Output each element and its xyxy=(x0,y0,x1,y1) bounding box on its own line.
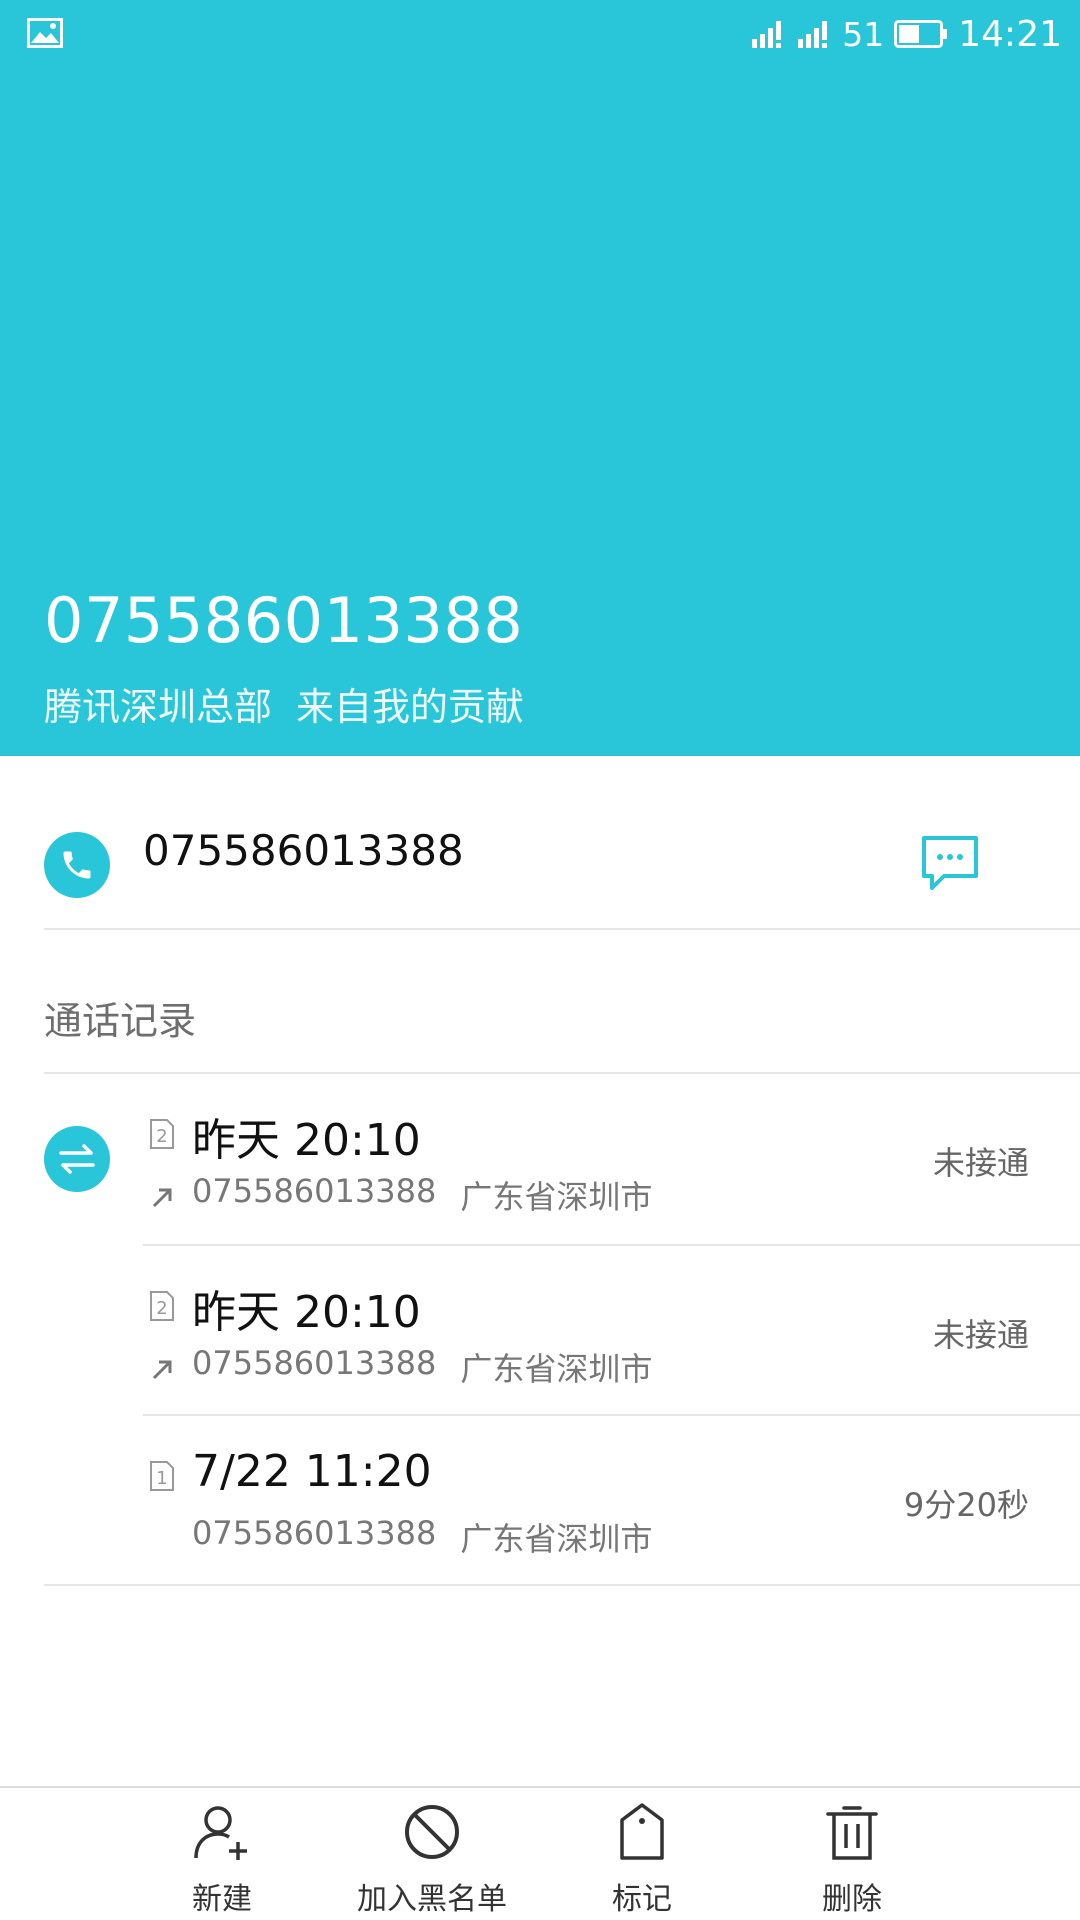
call-time: 昨天 20:10 xyxy=(192,1115,421,1166)
blacklist-button[interactable]: 加入黑名单 xyxy=(342,1802,522,1918)
signal-icon xyxy=(798,21,828,48)
image-icon xyxy=(27,18,63,48)
outgoing-arrow-icon xyxy=(152,1360,172,1380)
battery-icon xyxy=(894,20,948,48)
call-log-item[interactable]: 2 昨天 20:10 075586013388 广东省深圳市 未接通 xyxy=(0,1246,1080,1416)
call-number: 075586013388 xyxy=(192,1172,437,1210)
new-contact-button[interactable]: 新建 xyxy=(132,1802,312,1918)
divider xyxy=(44,928,1080,930)
phone-number[interactable]: 075586013388 xyxy=(143,826,464,875)
call-log-item[interactable]: 2 昨天 20:10 075586013388 广东省深圳市 未接通 xyxy=(0,1074,1080,1244)
trash-icon xyxy=(826,1806,878,1860)
call-log-title: 通话记录 xyxy=(44,999,197,1043)
tag-button[interactable]: 标记 xyxy=(552,1802,732,1918)
outgoing-arrow-icon xyxy=(152,1188,172,1208)
call-time: 7/22 11:20 xyxy=(192,1446,432,1497)
header-subtitle: 腾讯深圳总部 来自我的贡献 xyxy=(44,676,524,731)
status-bar: 51 14:21 xyxy=(0,0,1080,68)
tag-label: 标记 xyxy=(612,1882,672,1917)
company-name: 腾讯深圳总部 xyxy=(44,685,273,729)
call-location: 广东省深圳市 xyxy=(460,1178,653,1216)
call-location: 广东省深圳市 xyxy=(460,1520,653,1558)
new-contact-label: 新建 xyxy=(192,1882,252,1917)
delete-button[interactable]: 删除 xyxy=(762,1802,942,1918)
signal-icon xyxy=(752,21,782,48)
block-icon xyxy=(405,1805,459,1859)
source-label: 来自我的贡献 xyxy=(296,685,525,729)
sim2-icon: 2 xyxy=(150,1119,174,1149)
call-status: 未接通 xyxy=(932,1144,1029,1182)
contact-header: 51 14:21 075586013388 腾讯深圳总部 来自我的贡献 xyxy=(0,0,1080,756)
sim2-icon: 2 xyxy=(150,1291,174,1321)
svg-text:2: 2 xyxy=(156,1298,167,1319)
phone-row[interactable]: 075586013388 xyxy=(0,756,1080,930)
call-location: 广东省深圳市 xyxy=(460,1350,653,1388)
clock: 14:21 xyxy=(958,13,1062,55)
call-detail: 075586013388 广东省深圳市 xyxy=(192,1344,652,1390)
call-button[interactable] xyxy=(44,832,110,898)
tag-icon xyxy=(620,1803,664,1860)
delete-label: 删除 xyxy=(822,1882,882,1917)
call-number: 075586013388 xyxy=(192,1514,437,1552)
call-status: 未接通 xyxy=(932,1316,1029,1354)
call-number: 075586013388 xyxy=(192,1344,437,1382)
network-indicator: 51 xyxy=(842,14,885,54)
call-time: 昨天 20:10 xyxy=(192,1287,421,1338)
phone-icon xyxy=(63,851,91,879)
svg-text:1: 1 xyxy=(156,1468,167,1489)
call-detail: 075586013388 广东省深圳市 xyxy=(192,1514,652,1560)
divider xyxy=(44,1584,1080,1586)
svg-text:2: 2 xyxy=(156,1126,167,1147)
call-log-item[interactable]: 1 7/22 11:20 075586013388 广东省深圳市 9分20秒 xyxy=(0,1416,1080,1586)
call-duration: 9分20秒 xyxy=(903,1486,1029,1524)
header-phone-number: 075586013388 xyxy=(44,584,524,657)
call-detail: 075586013388 广东省深圳市 xyxy=(192,1172,652,1218)
message-icon[interactable] xyxy=(920,834,980,892)
sim1-icon: 1 xyxy=(150,1461,174,1491)
bottom-action-bar: 新建 加入黑名单 标记 删除 xyxy=(0,1786,1080,1920)
blacklist-label: 加入黑名单 xyxy=(357,1882,507,1917)
add-contact-icon xyxy=(194,1806,247,1860)
